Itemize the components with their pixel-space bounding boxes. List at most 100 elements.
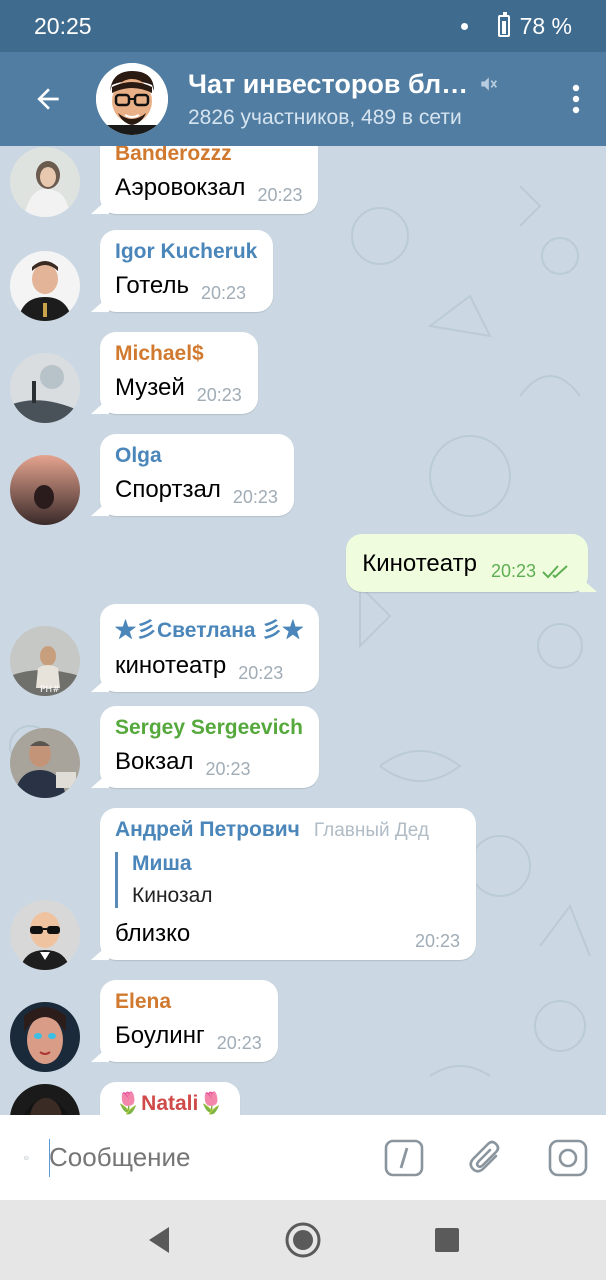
reply-text: Кинозал	[132, 884, 213, 907]
message-row: Sergey Sergeevich Вокзал 20:23	[0, 706, 606, 798]
admin-title: Главный Дед	[313, 820, 430, 841]
nav-home-icon[interactable]	[283, 1220, 323, 1260]
sender-name[interactable]: Igor Kucheruk	[115, 240, 257, 264]
message-time: 20:23	[238, 663, 284, 683]
sender-name[interactable]: Андрей Петрович	[115, 818, 300, 841]
status-right: 78 %	[460, 12, 572, 40]
sender-name[interactable]: ★彡Светлана 彡★	[115, 614, 303, 644]
message-bubble[interactable]: ★彡Светлана 彡★ кинотеатр 20:23	[100, 604, 320, 692]
message-row: Olga Спортзал 20:23	[0, 434, 606, 526]
battery-level: 78 %	[519, 12, 572, 39]
arrow-left-icon	[37, 88, 59, 110]
status-bar: 20:25 78 %	[0, 0, 606, 52]
muted-icon	[481, 77, 498, 91]
sender-name[interactable]: Sergey Sergeevich	[115, 716, 303, 740]
system-nav-bar	[0, 1200, 606, 1280]
message-row: Elena Боулинг 20:23	[0, 980, 606, 1072]
own-message-bubble[interactable]: Кинотеатр 20:23	[346, 534, 588, 592]
message-text: Аэровокзал	[115, 174, 246, 201]
sender-name[interactable]: 🌷Natali🌷	[115, 1092, 224, 1115]
group-title: Чат инвесторов бл…	[188, 68, 469, 99]
message-row: Michael$ Музей 20:23	[0, 332, 606, 424]
avatar[interactable]	[10, 251, 80, 321]
avatar[interactable]	[10, 1084, 80, 1115]
nav-back-icon[interactable]	[145, 1225, 173, 1255]
message-text: Кинотеатр	[362, 550, 477, 577]
message-bubble[interactable]: Banderozzz Аэровокзал 20:23	[100, 146, 319, 214]
message-text: кинотеатр	[115, 652, 227, 679]
cartoon-face-icon	[96, 63, 168, 135]
nav-recents-icon[interactable]	[433, 1226, 461, 1254]
more-vertical-icon	[572, 84, 580, 114]
chat-area[interactable]: Banderozzz Аэровокзал 20:23 Igor Kucheruk…	[0, 146, 606, 1115]
back-button[interactable]	[0, 52, 96, 146]
input-actions	[384, 1138, 588, 1178]
sender-name[interactable]: Elena	[115, 990, 262, 1014]
camera-icon[interactable]	[548, 1138, 588, 1178]
avatar-image	[10, 147, 80, 217]
sender-name[interactable]: Olga	[115, 444, 278, 468]
message-bubble[interactable]: Sergey Sergeevich Вокзал 20:23	[100, 706, 319, 788]
message-text: Боулинг	[115, 1022, 205, 1049]
message-input-bar	[0, 1115, 606, 1200]
avatar[interactable]	[10, 728, 80, 798]
status-time: 20:25	[34, 12, 92, 39]
message-time: 20:23	[257, 185, 303, 205]
chat-header: Чат инвесторов бл… 2826 участников, 489 …	[0, 52, 606, 146]
message-time: 20:23	[201, 283, 247, 303]
message-bubble[interactable]: Olga Спортзал 20:23	[100, 434, 294, 516]
message-input[interactable]	[49, 1142, 384, 1173]
message-text: Вокзал	[115, 748, 194, 775]
reply-preview[interactable]: Миша Кинозал	[115, 852, 460, 908]
message-row: Андрей Петрович Главный Дед Миша Кинозал …	[0, 808, 606, 970]
message-time: 20:23	[232, 487, 278, 507]
sender-name[interactable]: Michael$	[115, 342, 242, 366]
avatar-image	[10, 353, 80, 423]
paperclip-icon[interactable]	[466, 1138, 506, 1178]
message-row: Banderozzz Аэровокзал 20:23	[0, 146, 606, 222]
battery-icon	[497, 12, 510, 37]
emoji-icon[interactable]	[24, 1137, 29, 1179]
group-info[interactable]: Чат инвесторов бл… 2826 участников, 489 …	[188, 69, 546, 130]
avatar[interactable]	[10, 147, 80, 217]
message-text: Готель	[115, 272, 189, 299]
avatar[interactable]	[10, 900, 80, 970]
message-bubble[interactable]: Elena Боулинг 20:23	[100, 980, 278, 1062]
svg-text:PH#: PH#	[40, 685, 60, 695]
avatar-image	[10, 900, 80, 970]
group-subtitle: 2826 участников, 489 в сети	[188, 105, 462, 129]
sender-name[interactable]: Banderozzz	[115, 146, 302, 166]
avatar[interactable]	[10, 353, 80, 423]
message-text: близко	[115, 920, 191, 947]
notification-dot-icon	[460, 22, 468, 30]
avatar[interactable]	[10, 455, 80, 525]
avatar-image	[10, 1084, 80, 1115]
avatar-image	[10, 251, 80, 321]
message-time: 20:23	[414, 931, 460, 951]
message-text: Музей	[115, 374, 185, 401]
message-bubble[interactable]: Igor Kucheruk Готель 20:23	[100, 230, 274, 312]
sender-row: Андрей Петрович Главный Дед	[115, 818, 460, 842]
message-time: 20:23	[490, 561, 536, 581]
slash-command-icon[interactable]	[384, 1138, 424, 1178]
message-row: Igor Kucheruk Готель 20:23	[0, 230, 606, 322]
avatar-image: PH#	[10, 626, 80, 696]
avatar-image	[10, 1002, 80, 1072]
message-bubble[interactable]: Michael$ Музей 20:23	[100, 332, 258, 414]
avatar[interactable]: PH#	[10, 626, 80, 696]
group-avatar[interactable]	[96, 63, 168, 135]
group-title-row: Чат инвесторов бл…	[188, 69, 546, 100]
double-check-icon	[542, 564, 568, 578]
avatar-image	[10, 455, 80, 525]
message-bubble[interactable]: Андрей Петрович Главный Дед Миша Кинозал …	[100, 808, 476, 960]
message-time: 20:23	[196, 385, 242, 405]
message-time-row: 20:23	[491, 561, 570, 582]
message-bubble[interactable]: 🌷Natali🌷	[100, 1082, 241, 1115]
message-time: 20:23	[205, 759, 251, 779]
avatar-image	[10, 728, 80, 798]
menu-button[interactable]	[546, 52, 606, 146]
message-text: Спортзал	[115, 476, 221, 503]
message-row: 🌷Natali🌷	[0, 1082, 606, 1115]
message-row: PH# ★彡Светлана 彡★ кинотеатр 20:23	[0, 604, 606, 696]
avatar[interactable]	[10, 1002, 80, 1072]
